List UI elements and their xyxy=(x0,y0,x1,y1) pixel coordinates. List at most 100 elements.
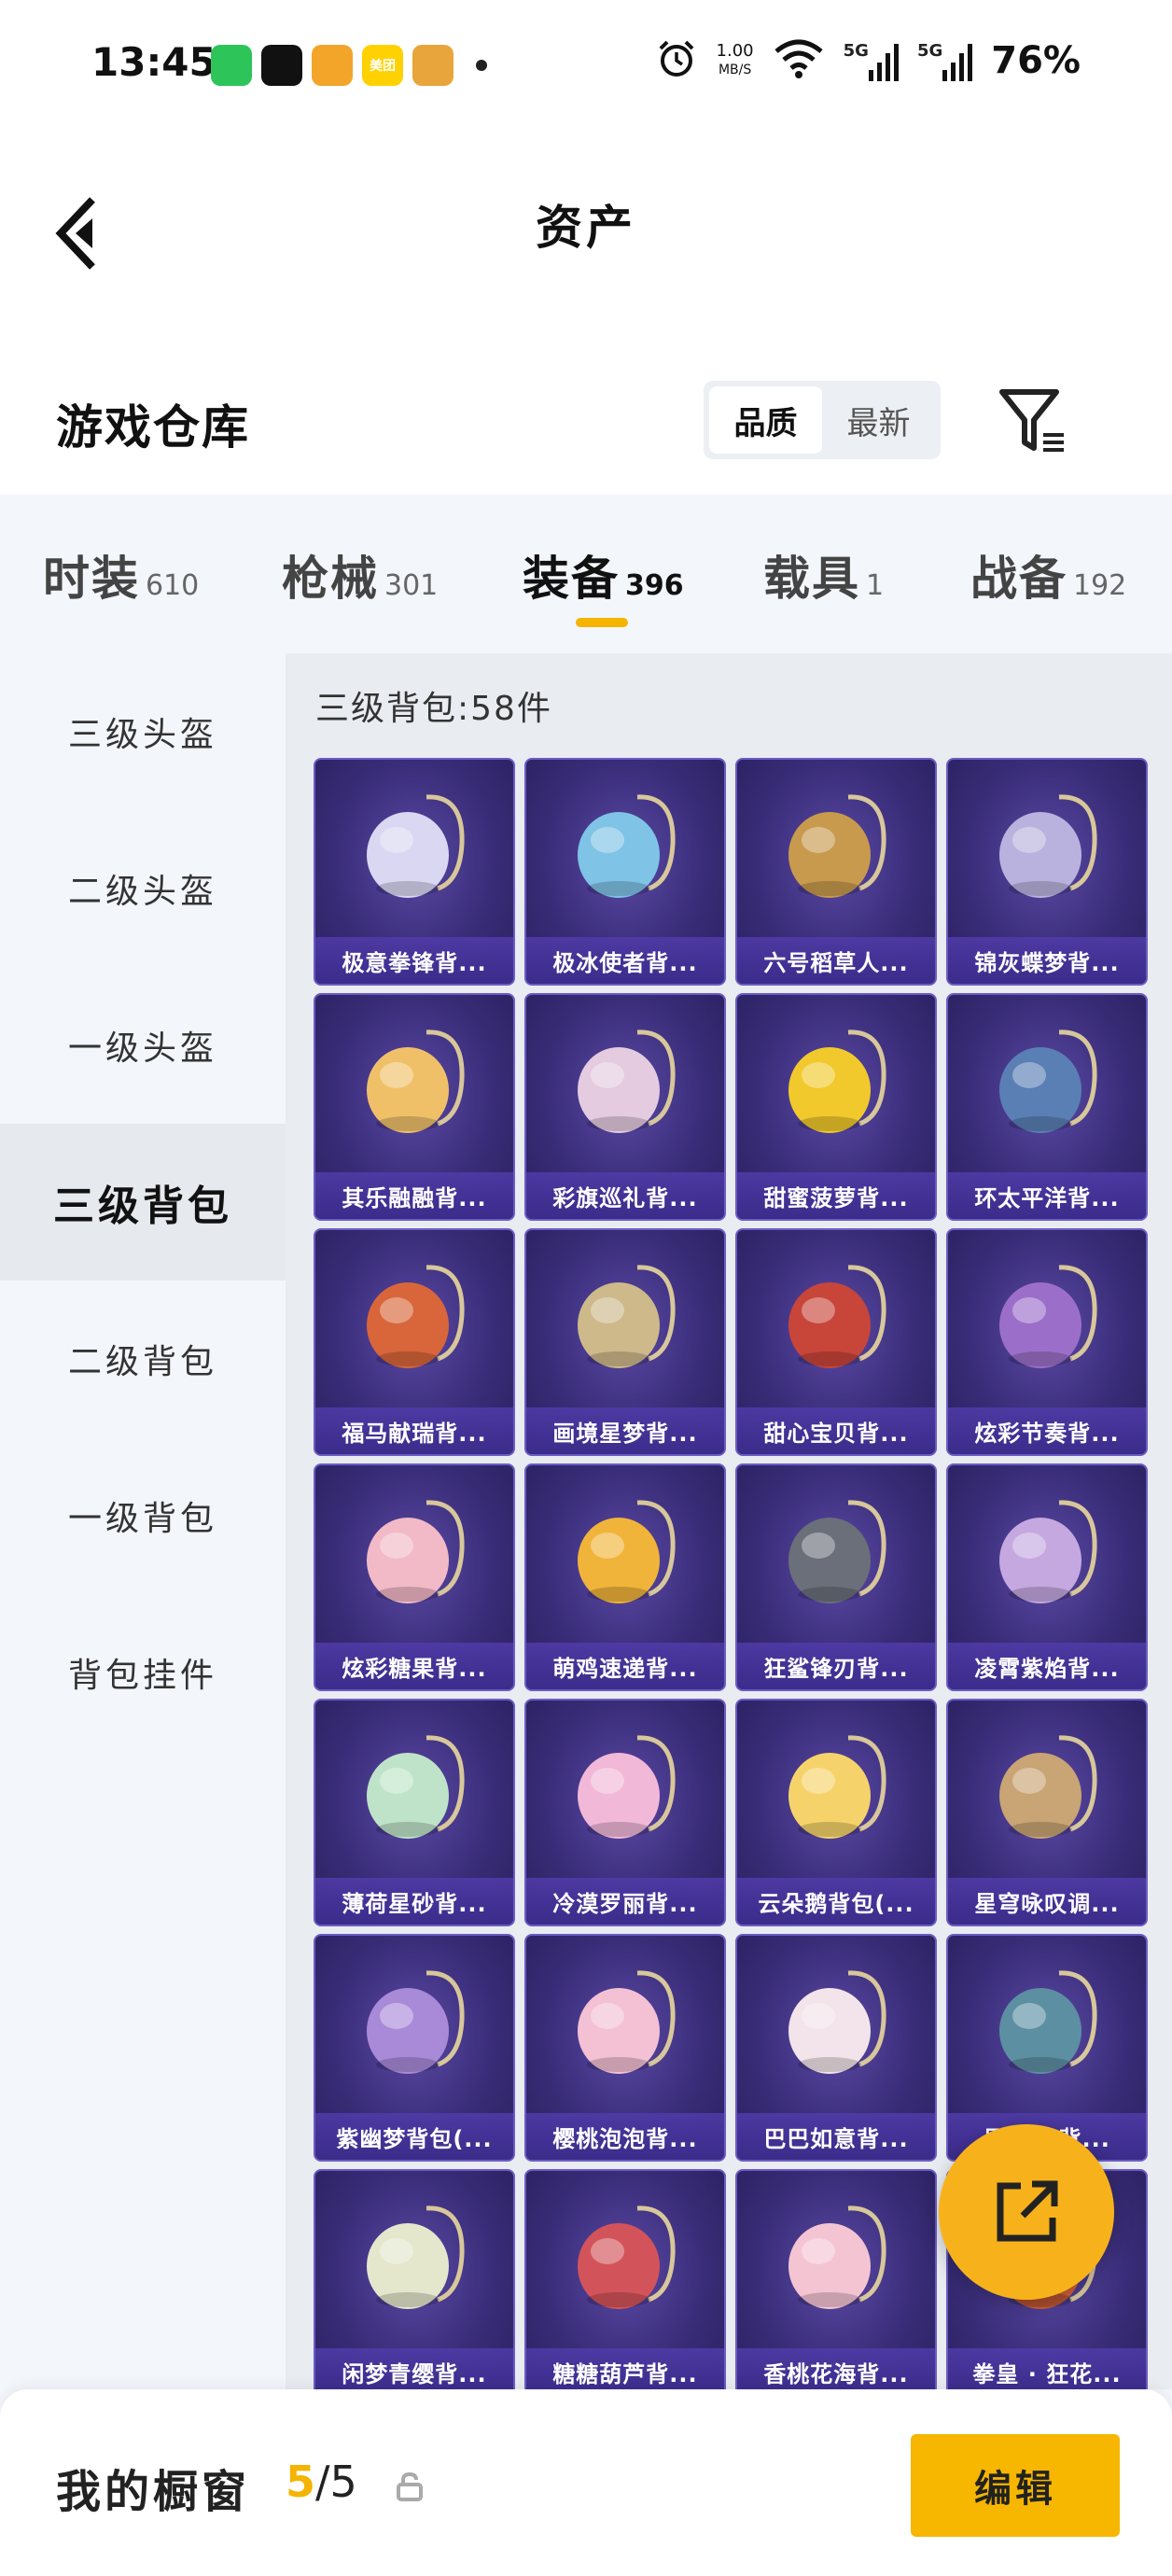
tiktok-icon xyxy=(261,45,302,86)
tab-fashion[interactable]: 时装 610 xyxy=(43,541,199,609)
sidebar-item-helmet-lv3[interactable]: 三级头盔 xyxy=(0,653,286,810)
meituan-icon: 美团 xyxy=(362,45,403,86)
sidebar-item-helmet-lv2[interactable]: 二级头盔 xyxy=(0,810,286,967)
backpack-icon xyxy=(948,995,1146,1172)
backpack-icon xyxy=(948,1465,1146,1643)
item-card[interactable]: 环太平洋背... xyxy=(946,993,1148,1221)
showcase-bar: 我的橱窗 5/5 编辑 xyxy=(0,2389,1172,2576)
backpack-icon xyxy=(737,1701,935,1878)
backpack-icon xyxy=(737,1465,935,1643)
page-title: 资产 xyxy=(536,201,636,255)
section-header: 游戏仓库 品质 最新 xyxy=(0,345,1172,495)
item-card-name: 极意拳锋背... xyxy=(315,937,513,984)
item-card[interactable]: 薄荷星砂背... xyxy=(314,1699,515,1926)
sidebar-item-helmet-lv1[interactable]: 一级头盔 xyxy=(0,967,286,1124)
tab-supplies[interactable]: 战备 192 xyxy=(970,541,1126,609)
tab-count: 1 xyxy=(866,569,885,602)
tab-label: 时装 xyxy=(43,552,140,606)
more-notifications-dot xyxy=(476,60,487,71)
backpack-icon xyxy=(315,1701,513,1878)
item-card[interactable]: 画境星梦背... xyxy=(524,1228,726,1456)
item-card[interactable]: 福马献瑞背... xyxy=(314,1228,515,1456)
subcategory-sidebar: 三级头盔 二级头盔 一级头盔 三级背包 二级背包 一级背包 背包挂件 xyxy=(0,653,286,2389)
item-card[interactable]: 冷漠罗丽背... xyxy=(524,1699,726,1926)
item-card[interactable]: 六号稻草人... xyxy=(735,758,937,986)
sidebar-item-backpack-charm[interactable]: 背包挂件 xyxy=(0,1594,286,1751)
tab-label: 载具 xyxy=(763,552,860,606)
signal-5g-label: 5G xyxy=(843,40,869,61)
backpack-icon xyxy=(315,995,513,1172)
share-icon xyxy=(997,2180,1058,2242)
item-card-name: 狂鲨锋刃背... xyxy=(737,1643,935,1689)
item-card-name: 糖糖葫芦背... xyxy=(526,2348,724,2389)
tab-weapons[interactable]: 枪械 301 xyxy=(282,541,438,609)
item-card[interactable]: 彩旗巡礼背... xyxy=(524,993,726,1221)
status-time: 13:45 xyxy=(91,39,216,85)
item-card-name: 彩旗巡礼背... xyxy=(526,1172,724,1219)
sidebar-item-backpack-lv3[interactable]: 三级背包 xyxy=(0,1124,286,1281)
item-card[interactable]: 糖糖葫芦背... xyxy=(524,2169,726,2389)
item-card[interactable]: 锦灰蝶梦背... xyxy=(946,758,1148,986)
item-card[interactable]: 闲梦青缨背... xyxy=(314,2169,515,2389)
wechat-icon xyxy=(211,45,252,86)
backpack-icon xyxy=(526,1936,724,2113)
item-card[interactable]: 极意拳锋背... xyxy=(314,758,515,986)
showcase-count: 5/5 xyxy=(286,2457,357,2507)
showcase-label: 我的橱窗 xyxy=(56,2466,251,2518)
item-card[interactable]: 炫彩节奏背... xyxy=(946,1228,1148,1456)
backpack-icon xyxy=(737,995,935,1172)
share-button[interactable] xyxy=(939,2124,1114,2300)
item-card[interactable]: 炫彩糖果背... xyxy=(314,1463,515,1691)
net-speed-value: 1.00 xyxy=(716,41,754,61)
net-speed: 1.00 MB/S xyxy=(717,42,754,79)
tab-vehicles[interactable]: 载具 1 xyxy=(763,541,884,609)
backpack-icon xyxy=(526,1701,724,1878)
status-app-icons: 美团 xyxy=(211,45,487,86)
sidebar-item-backpack-lv2[interactable]: 二级背包 xyxy=(0,1281,286,1437)
video-app-icon xyxy=(312,45,353,86)
backpack-icon xyxy=(737,2171,935,2348)
sort-option-newest[interactable]: 最新 xyxy=(822,386,935,454)
backpack-icon xyxy=(315,1936,513,2113)
item-card-name: 薄荷星砂背... xyxy=(315,1878,513,1925)
item-card[interactable]: 狂鲨锋刃背... xyxy=(735,1463,937,1691)
item-card[interactable]: 香桃花海背... xyxy=(735,2169,937,2389)
backpack-icon xyxy=(315,1465,513,1643)
item-card[interactable]: 樱桃泡泡背... xyxy=(524,1934,726,2162)
sort-option-quality[interactable]: 品质 xyxy=(709,386,822,454)
filter-icon xyxy=(999,389,1064,452)
backpack-icon xyxy=(948,760,1146,937)
item-card[interactable]: 云朵鹅背包(... xyxy=(735,1699,937,1926)
item-card-name: 极冰使者背... xyxy=(526,937,724,984)
backpack-icon xyxy=(737,1230,935,1407)
item-card[interactable]: 紫幽梦背包(... xyxy=(314,1934,515,2162)
tab-equipment[interactable]: 装备 396 xyxy=(523,541,684,609)
backpack-icon xyxy=(526,760,724,937)
item-card[interactable]: 甜心宝贝背... xyxy=(735,1228,937,1456)
status-bar: 13:45 美团 1.00 MB/S 5G 5G 76% xyxy=(0,0,1172,131)
backpack-icon xyxy=(315,1230,513,1407)
item-card[interactable]: 星穹咏叹调... xyxy=(946,1699,1148,1926)
net-speed-unit: MB/S xyxy=(718,63,752,77)
item-card-name: 环太平洋背... xyxy=(948,1172,1146,1219)
edit-button[interactable]: 编辑 xyxy=(911,2434,1120,2537)
item-card-name: 紫幽梦背包(... xyxy=(315,2113,513,2160)
item-card-name: 炫彩节奏背... xyxy=(948,1407,1146,1454)
tab-label: 装备 xyxy=(523,552,620,606)
item-card[interactable]: 萌鸡速递背... xyxy=(524,1463,726,1691)
item-card[interactable]: 巴巴如意背... xyxy=(735,1934,937,2162)
item-card-name: 凌霄紫焰背... xyxy=(948,1643,1146,1689)
item-card-name: 闲梦青缨背... xyxy=(315,2348,513,2389)
filter-button[interactable] xyxy=(998,386,1073,457)
item-card[interactable]: 极冰使者背... xyxy=(524,758,726,986)
item-card[interactable]: 甜蜜菠萝背... xyxy=(735,993,937,1221)
lock-icon xyxy=(396,2471,424,2505)
backpack-icon xyxy=(315,2171,513,2348)
item-card[interactable]: 其乐融融背... xyxy=(314,993,515,1221)
sidebar-item-backpack-lv1[interactable]: 一级背包 xyxy=(0,1437,286,1594)
tab-count: 610 xyxy=(146,569,200,602)
item-card-name: 甜蜜菠萝背... xyxy=(737,1172,935,1219)
battery-level: 76% xyxy=(991,39,1081,82)
active-tab-indicator xyxy=(576,618,628,627)
item-card[interactable]: 凌霄紫焰背... xyxy=(946,1463,1148,1691)
